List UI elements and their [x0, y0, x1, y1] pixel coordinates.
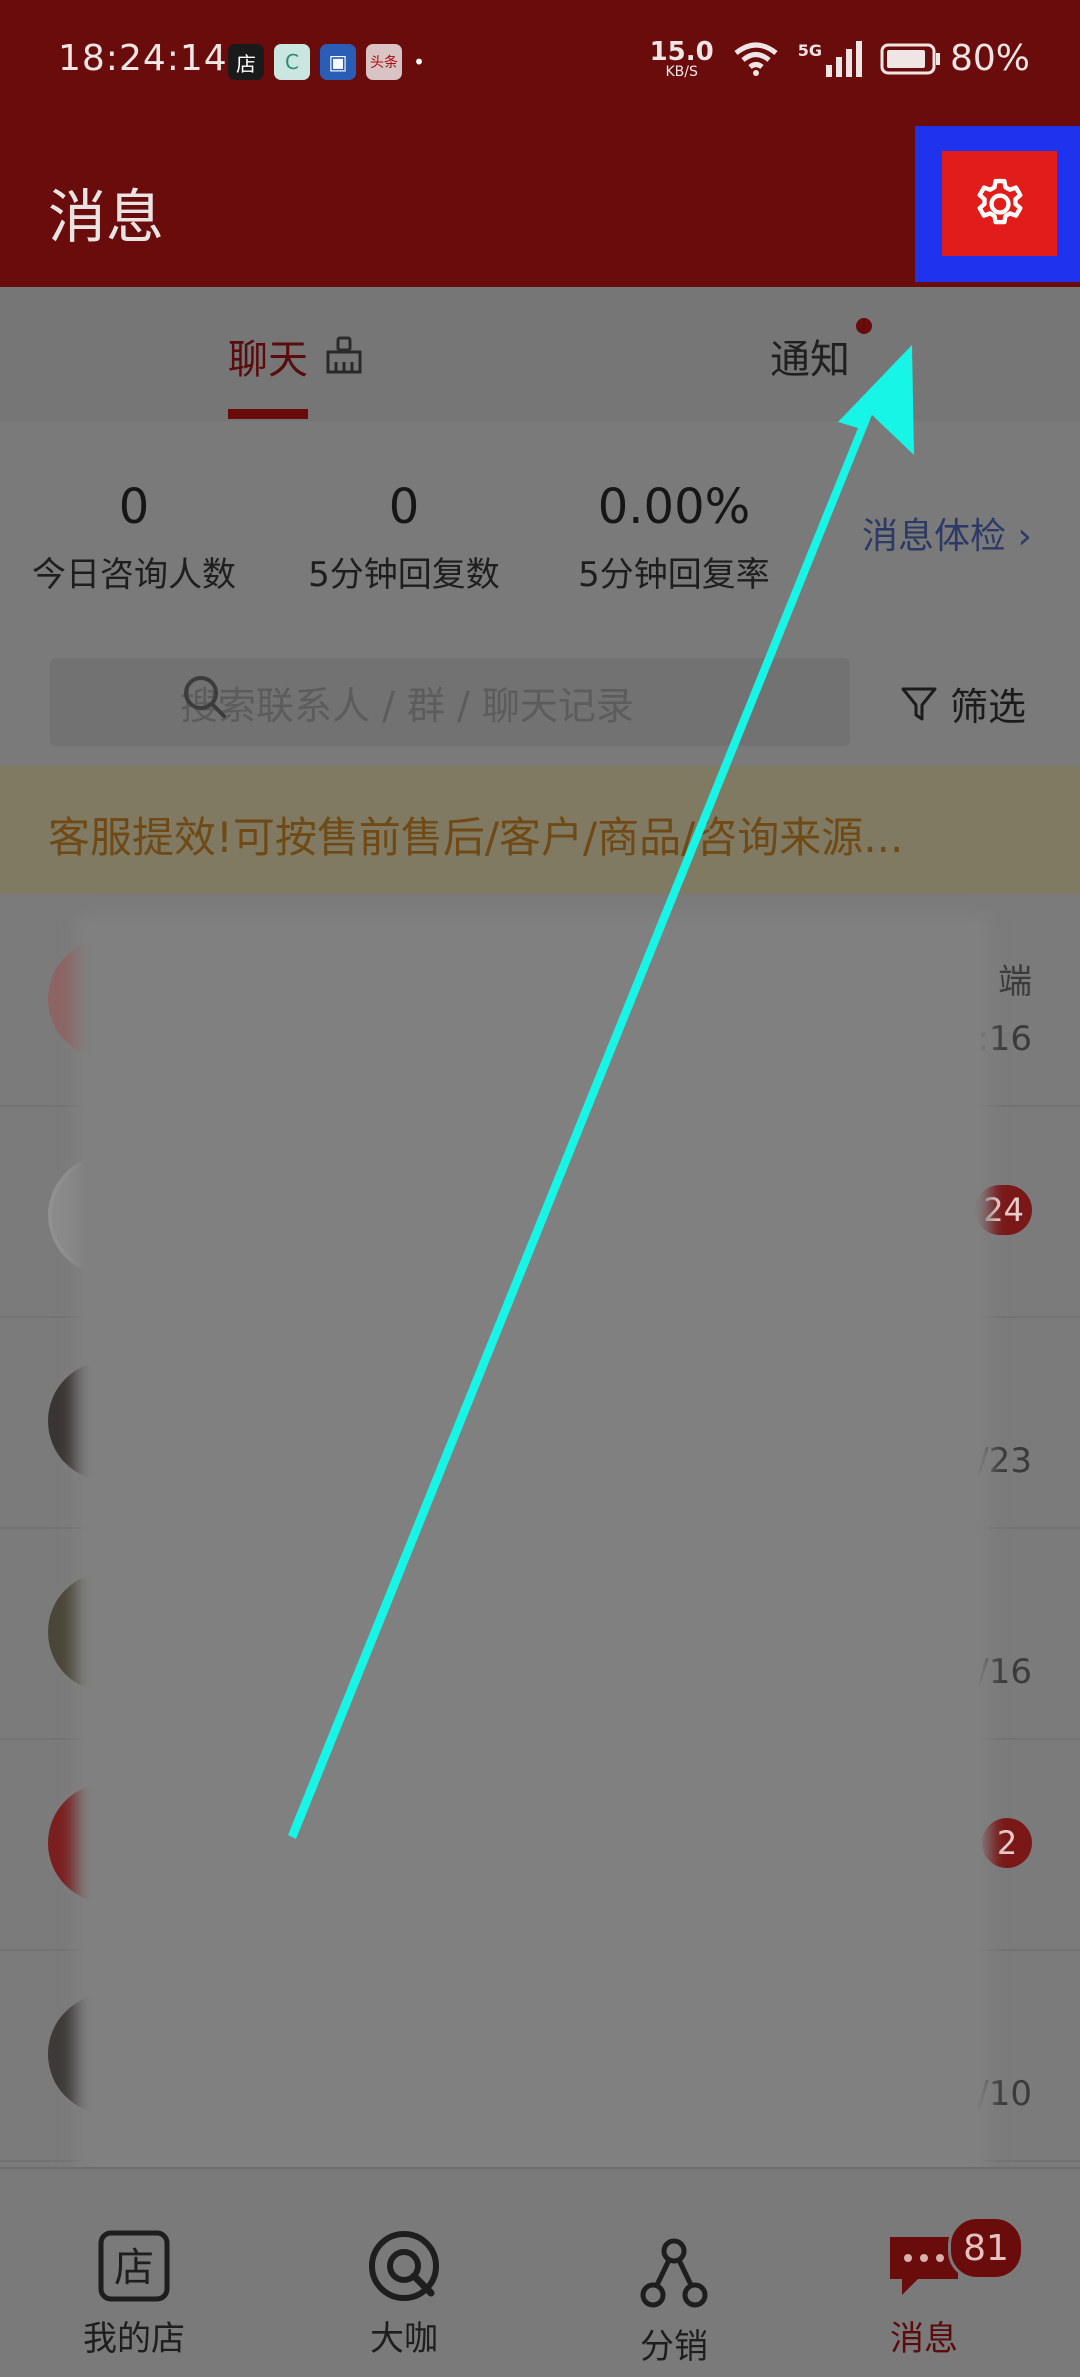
stat-reply-count[interactable]: 0 5分钟回复数: [284, 479, 524, 596]
tab-chat[interactable]: 聊天: [228, 327, 366, 385]
stat-label: 5分钟回复率: [578, 555, 770, 595]
filter-label: 筛选: [950, 685, 1027, 729]
broom-icon[interactable]: [322, 336, 366, 376]
promo-banner[interactable]: 客服提效!可按售前售后/客户/商品/咨询来源...: [0, 766, 1080, 894]
search-row: 搜索联系人 / 群 / 聊天记录 筛选: [0, 636, 1080, 766]
stat-value: 0: [118, 479, 150, 535]
chevron-right-icon: ›: [1017, 516, 1032, 557]
tab-chat-label: 聊天: [228, 337, 308, 383]
settings-highlight: [915, 126, 1080, 282]
page-title: 消息: [48, 183, 165, 251]
battery-percent: 80%: [949, 38, 1030, 79]
store-icon: 店: [98, 2230, 170, 2302]
filter-button[interactable]: 筛选: [900, 676, 1026, 731]
status-app-icons: 店 C ▣ 头条 •: [228, 44, 426, 80]
active-tab-indicator: [228, 409, 308, 419]
distribution-icon: [640, 2238, 708, 2308]
conversation-list: 端 :16 24 /23 /16 2 /10: [0, 894, 1080, 2176]
nav-distribution[interactable]: 分销: [574, 2233, 774, 2368]
battery-icon: [880, 43, 940, 74]
status-right: 15.0 KB/S 5G 80%: [650, 38, 1030, 79]
window-app-icon: ▣: [320, 44, 356, 80]
nav-label: 大咖: [370, 2319, 438, 2359]
net-speed-value: 15.0: [649, 36, 714, 67]
stat-value: 0: [388, 479, 420, 535]
promo-banner-text: 客服提效!可按售前售后/客户/商品/咨询来源...: [48, 813, 904, 862]
stat-label: 今日咨询人数: [32, 555, 236, 595]
signal-type: 5G: [797, 40, 822, 60]
svg-text:店: 店: [114, 2245, 154, 2291]
notice-unread-dot: [856, 318, 872, 334]
nav-label: 分销: [640, 2327, 708, 2367]
settings-button[interactable]: [942, 151, 1057, 256]
gear-icon: [977, 178, 1022, 224]
health-check-link[interactable]: 消息体检 ›: [862, 507, 1032, 559]
battery: 80%: [880, 38, 1030, 79]
nav-daka[interactable]: 大咖: [304, 2225, 504, 2360]
health-check-label: 消息体检: [862, 516, 1007, 557]
status-time: 18:24:14: [58, 38, 228, 79]
search-placeholder: 搜索联系人 / 群 / 聊天记录: [180, 683, 634, 728]
signal-icon: 5G: [797, 40, 862, 77]
stat-value: 0.00%: [597, 479, 751, 535]
store-app-icon: 店: [228, 44, 264, 80]
filter-icon: [901, 687, 937, 720]
tab-notice[interactable]: 通知: [770, 327, 850, 385]
privacy-blur: [75, 914, 990, 2176]
net-speed-unit: KB/S: [665, 63, 698, 80]
stat-label: 5分钟回复数: [308, 555, 500, 595]
bottom-nav: 店 我的店 大咖 分销 消息: [0, 2167, 1080, 2377]
nav-my-store[interactable]: 店 我的店: [34, 2225, 234, 2360]
toutiao-app-icon: 头条: [366, 44, 402, 80]
net-speed: 15.0 KB/S: [650, 39, 714, 79]
stats-panel: 0 今日咨询人数 0 5分钟回复数 0.00% 5分钟回复率 消息体检 ›: [0, 421, 1080, 638]
discover-icon: [369, 2231, 439, 2301]
nav-label: 消息: [890, 2319, 958, 2359]
wifi-icon: [734, 42, 778, 76]
more-dot-icon: •: [413, 50, 425, 74]
stat-reply-rate[interactable]: 0.00% 5分钟回复率: [554, 479, 794, 596]
search-input[interactable]: 搜索联系人 / 群 / 聊天记录: [50, 658, 850, 746]
nav-label: 我的店: [83, 2319, 185, 2359]
stat-consult-today[interactable]: 0 今日咨询人数: [14, 479, 254, 596]
tab-notice-label: 通知: [770, 337, 850, 383]
list-item-meta: 端: [998, 962, 1032, 1002]
search-icon: [184, 676, 226, 718]
messages-count-badge: 81: [948, 2216, 1024, 2280]
tab-bar: 聊天 通知: [0, 287, 1080, 423]
refresh-app-icon: C: [274, 44, 310, 80]
status-bar: 18:24:14 店 C ▣ 头条 • 15.0 KB/S 5G 80%: [0, 0, 1080, 125]
